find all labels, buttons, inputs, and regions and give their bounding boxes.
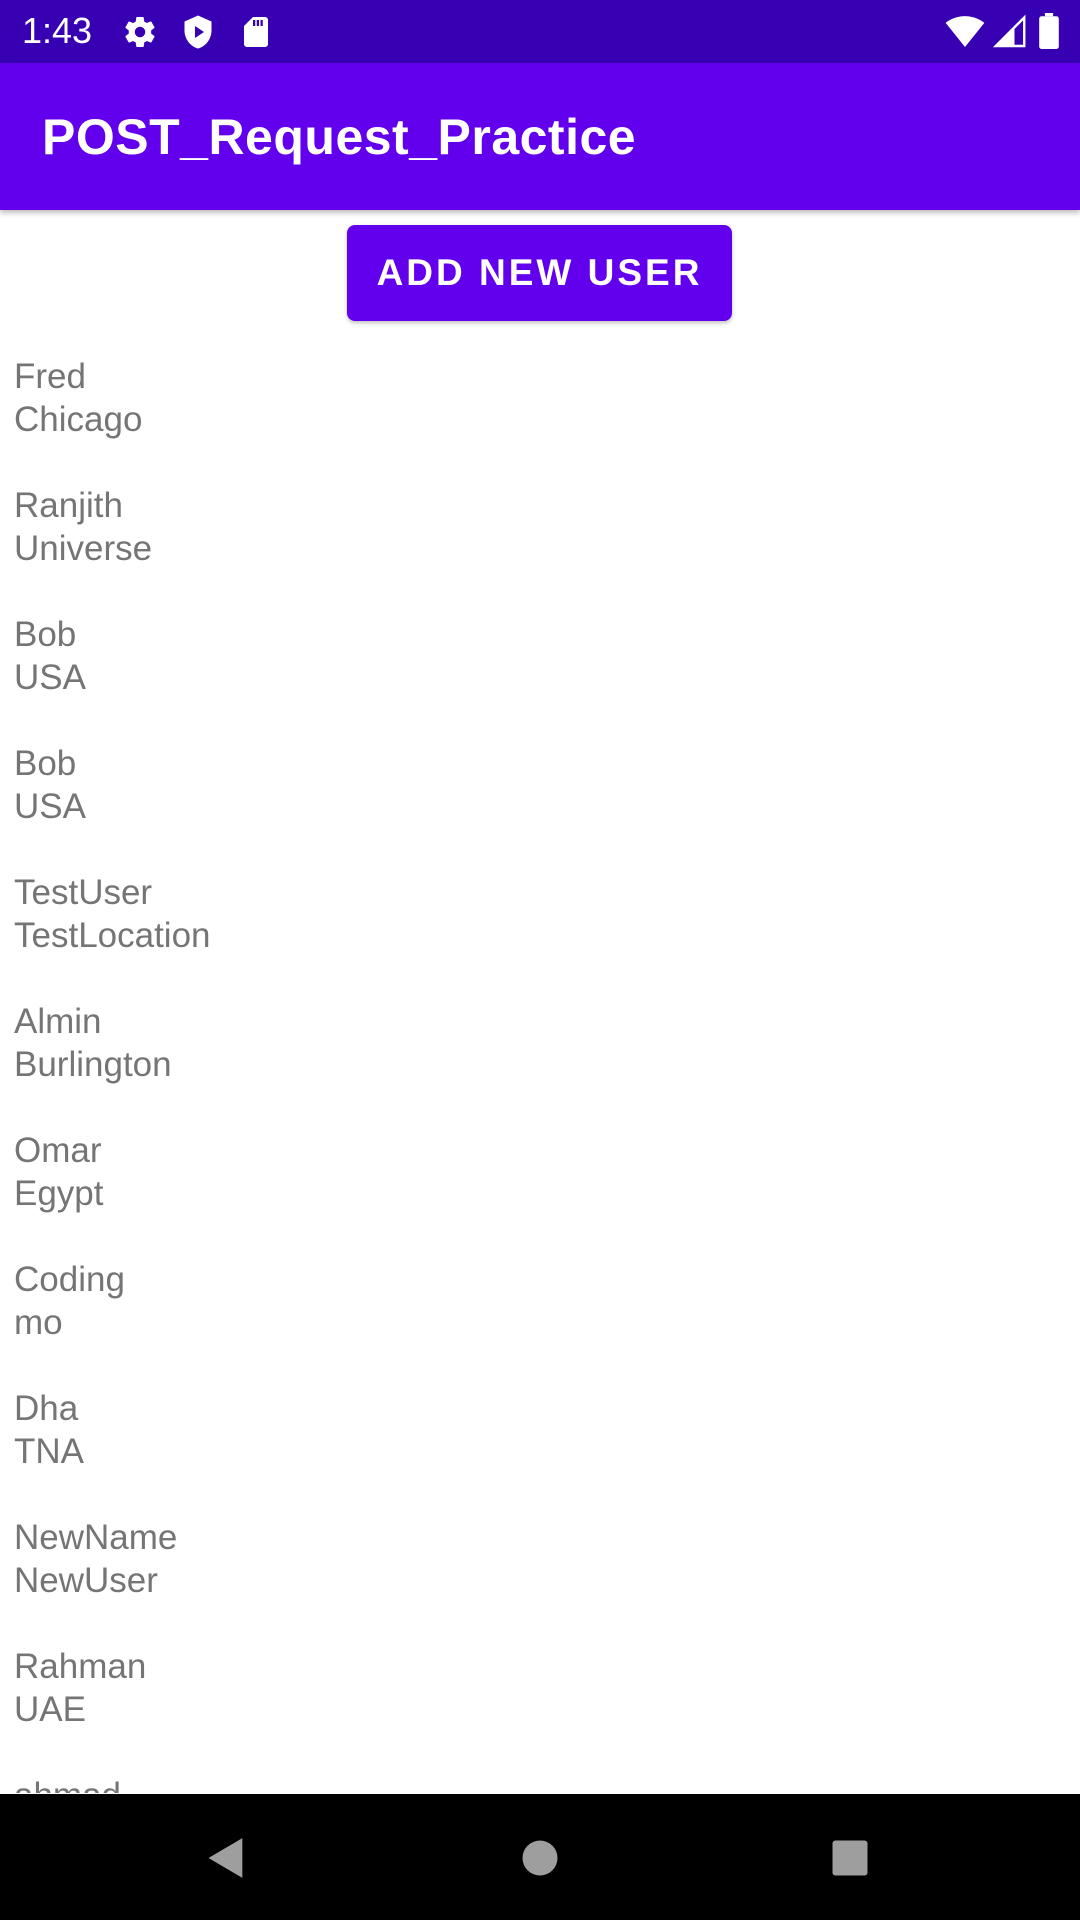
- user-name: Almin: [14, 1002, 102, 1041]
- navigation-bar: [0, 1794, 1080, 1920]
- user-location: Chicago: [14, 400, 143, 439]
- wifi-icon: [945, 16, 985, 47]
- battery-icon: [1039, 13, 1059, 49]
- user-location: USA: [14, 787, 86, 826]
- user-location: NewUser: [14, 1561, 158, 1600]
- user-name: Fred: [14, 357, 86, 396]
- list-item: Coding mo: [14, 1258, 125, 1344]
- add-new-user-button[interactable]: ADD NEW USER: [347, 225, 732, 321]
- list-item: Fred Chicago: [14, 355, 142, 441]
- user-location: TNA: [14, 1432, 84, 1471]
- user-location: Egypt: [14, 1174, 104, 1213]
- list-item: Bob USA: [14, 742, 86, 828]
- back-icon[interactable]: [198, 1830, 254, 1886]
- user-name: TestUser: [14, 873, 153, 912]
- app-title: POST_Request_Practice: [42, 109, 637, 165]
- user-name: Ranjith: [14, 486, 123, 525]
- list-item: Rahman UAE: [14, 1645, 146, 1731]
- list-item: TestUser TestLocation: [14, 871, 211, 957]
- sd-card-icon: [244, 17, 268, 47]
- list-item: Dha TNA: [14, 1387, 84, 1473]
- user-location: TestLocation: [14, 916, 211, 955]
- home-icon[interactable]: [512, 1830, 568, 1886]
- screen: 1:43 POST_Request_Practice ADD NEW USER: [0, 0, 1080, 1920]
- user-name: Dha: [14, 1389, 79, 1428]
- app-bar: POST_Request_Practice: [0, 63, 1080, 210]
- list-item: ahmad: [14, 1774, 121, 1793]
- status-bar: 1:43: [0, 0, 1080, 63]
- signal-icon: [992, 14, 1026, 48]
- recent-apps-icon[interactable]: [822, 1830, 878, 1886]
- user-location: USA: [14, 658, 86, 697]
- list-item: Omar Egypt: [14, 1129, 104, 1215]
- gear-icon: [125, 17, 155, 48]
- user-name: Bob: [14, 615, 77, 654]
- user-location: Burlington: [14, 1045, 172, 1084]
- user-location: Universe: [14, 529, 153, 568]
- shield-icon: [184, 15, 212, 49]
- user-name: NewName: [14, 1518, 178, 1557]
- user-name: Bob: [14, 744, 77, 783]
- user-location: mo: [14, 1303, 63, 1342]
- list-item: Almin Burlington: [14, 1000, 172, 1086]
- user-location: UAE: [14, 1690, 86, 1729]
- user-name: ahmad: [14, 1774, 121, 1793]
- user-name: Coding: [14, 1260, 125, 1299]
- list-item: Ranjith Universe: [14, 484, 152, 570]
- user-name: Omar: [14, 1131, 102, 1170]
- user-name: Rahman: [14, 1647, 147, 1686]
- status-time: 1:43: [22, 10, 93, 51]
- list-item: Bob USA: [14, 613, 86, 699]
- user-list[interactable]: Fred Chicago Ranjith Universe Bob USA Bo…: [0, 340, 1080, 1793]
- list-item: NewName NewUser: [14, 1516, 177, 1602]
